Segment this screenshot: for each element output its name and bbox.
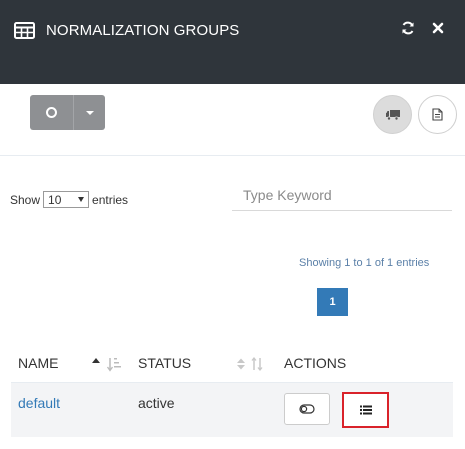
row-name-link[interactable]: default [18, 395, 60, 411]
truck-icon [385, 109, 400, 121]
column-header-actions: ACTIONS [284, 355, 347, 371]
truck-button[interactable] [373, 95, 412, 134]
select-arrow-icon [78, 197, 85, 202]
list-icon [359, 405, 372, 415]
toolbar [0, 84, 465, 156]
refresh-icon[interactable] [400, 20, 416, 36]
toggle-icon [299, 404, 315, 414]
page-size-value: 10 [48, 192, 62, 207]
entries-label: entries [92, 192, 129, 207]
portlet-header: NORMALIZATION GROUPS [0, 0, 465, 84]
page-size-control: Show 10 entries [10, 191, 128, 208]
table-info: Showing 1 to 1 of 1 entries [299, 257, 430, 269]
dropdown-toggle-button[interactable] [73, 95, 105, 130]
sort-both-icon[interactable] [237, 356, 267, 372]
list-button[interactable] [342, 392, 389, 428]
show-label: Show [10, 192, 41, 207]
close-icon[interactable] [430, 20, 446, 36]
split-main-button[interactable] [30, 95, 73, 130]
circle-icon [46, 107, 57, 118]
sort-asc-icon[interactable] [92, 356, 126, 372]
document-button[interactable] [418, 95, 457, 134]
document-icon [432, 108, 443, 121]
column-header-status[interactable]: STATUS [138, 355, 191, 371]
page-size-select[interactable]: 10 [43, 191, 90, 208]
split-button [30, 95, 105, 130]
column-header-name[interactable]: NAME [18, 355, 58, 371]
pagination-page-1[interactable]: 1 [317, 288, 348, 316]
page-title: NORMALIZATION GROUPS [46, 22, 240, 39]
toggle-button[interactable] [284, 393, 330, 425]
search-input[interactable] [232, 180, 452, 211]
caret-down-icon [85, 110, 94, 115]
table-grid-icon [14, 22, 35, 39]
row-status: active [138, 395, 175, 411]
